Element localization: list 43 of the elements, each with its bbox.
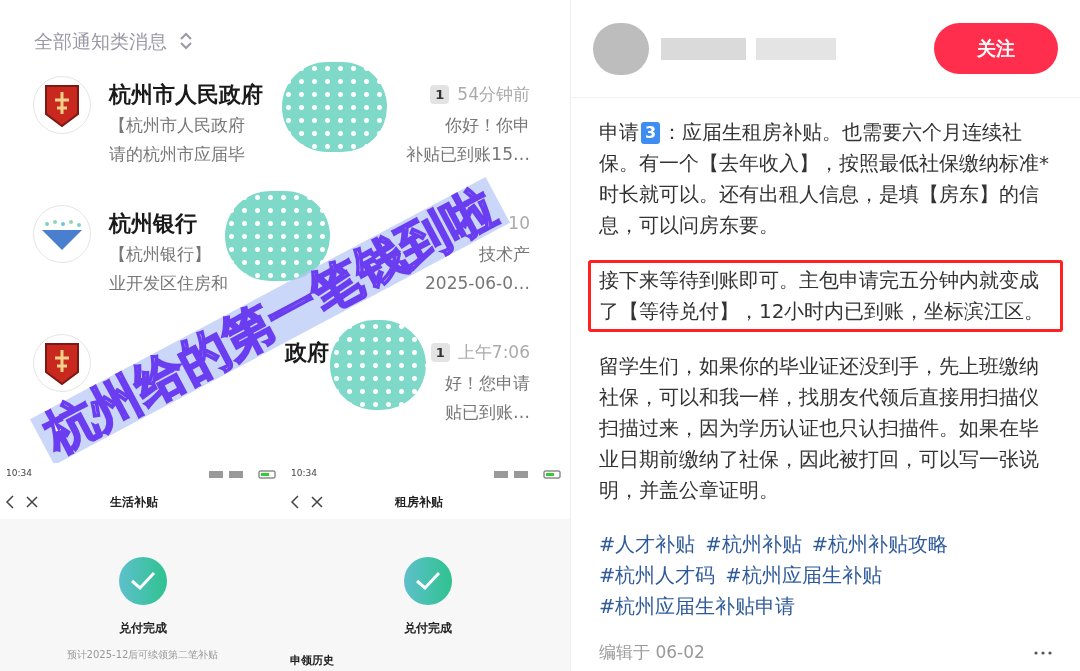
- status-label: 兑付完成: [118, 620, 167, 637]
- post-paragraph: 留学生们，如果你的毕业证还没到手，先上班缴纳社保，可以和我一样，找朋友代领后直接用扫描仪扫描过来，因为学历认证也只认扫描件。如果在毕业日期前缴纳了社保，因此被打回，可以写一张说明，并盖公章证明。: [599, 353, 1040, 504]
- page-title: 生活补贴: [110, 494, 158, 511]
- more-icon[interactable]: [1034, 650, 1052, 655]
- sender-name: 政府: [285, 339, 329, 367]
- post-text: 申请: [599, 119, 639, 146]
- unread-count: 1: [430, 84, 450, 105]
- sender-name: 杭州银行: [109, 210, 197, 238]
- status-time: 10:34: [6, 467, 32, 481]
- message-time: 10: [508, 211, 530, 235]
- hashtag-link[interactable]: #杭州补贴攻略: [811, 529, 949, 560]
- section-title: 申领历史: [290, 652, 334, 669]
- post-text: ：应届生租房补贴。也需要六个月连续社: [662, 119, 1023, 146]
- message-preview: 【杭州银行】: [109, 243, 211, 266]
- unread-count: 1: [430, 342, 450, 363]
- check-icon: [118, 557, 167, 605]
- status-time: 10:34: [291, 467, 317, 481]
- message-preview: 你好！你申: [445, 114, 530, 137]
- page-title: 租房补贴: [395, 494, 443, 511]
- message-time: 54分钟前: [457, 82, 530, 106]
- number-emoji: 3: [641, 121, 661, 144]
- post-paragraph: 保。有一个【去年收入】，按照最低社保缴纳标准*时长就可以。还有出租人信息，是填【房东】的信息，可以问房东要。: [599, 150, 1050, 239]
- sender-name: 杭州市人民政府: [109, 81, 263, 109]
- follow-button[interactable]: 关注: [934, 23, 1058, 74]
- hashtag-link[interactable]: #人才补贴: [599, 529, 696, 560]
- message-preview: 补贴已到账15…: [406, 143, 530, 166]
- back-icon[interactable]: [4, 495, 16, 509]
- edit-date: 编辑于 06-02: [599, 641, 705, 664]
- sort-chevron-icon[interactable]: [179, 31, 193, 51]
- hashtag-link[interactable]: #杭州人才码: [599, 560, 716, 591]
- message-preview: 【杭州市人民政府: [109, 114, 245, 137]
- avatar-placeholder: [593, 22, 649, 75]
- hashtag-link[interactable]: #杭州应届生补贴申请: [599, 591, 796, 622]
- close-icon[interactable]: [311, 496, 323, 508]
- message-preview: 业开发区住房和: [109, 272, 228, 295]
- status-label: 兑付完成: [403, 620, 452, 637]
- close-icon[interactable]: [26, 496, 38, 508]
- hashtag-link[interactable]: #杭州应届生补贴: [725, 560, 882, 591]
- check-icon: [403, 557, 452, 605]
- message-preview: 请的杭州市应届毕: [109, 143, 245, 166]
- post-paragraph: 接下来等待到账即可。主包申请完五分钟内就变成了【等待兑付】，12小时内已到账，坐标滨江区。: [599, 267, 1046, 325]
- back-icon[interactable]: [289, 495, 301, 509]
- hashtag-link[interactable]: #杭州补贴: [705, 529, 802, 560]
